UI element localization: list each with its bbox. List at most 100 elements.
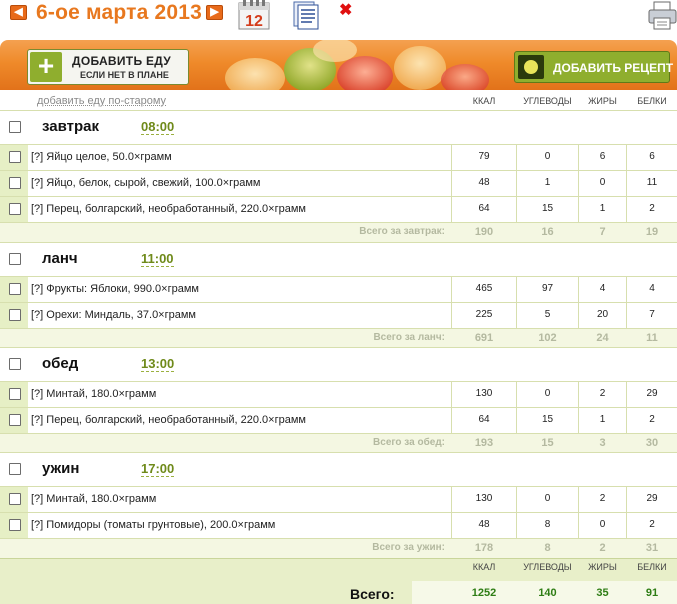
total-fat: 3	[599, 437, 606, 449]
arrow-left-icon[interactable]: ◀	[10, 5, 27, 20]
grand-header-kcal: ККАЛ	[472, 562, 496, 572]
add-recipe-button[interactable]: ДОБАВИТЬ РЕЦЕПТ	[514, 51, 674, 83]
grand-header-fat: ЖИРЫ	[588, 562, 617, 572]
kcal-value: 79	[478, 151, 490, 162]
meal-time[interactable]: 11:00	[141, 251, 174, 267]
add-food-button[interactable]: + ДОБАВИТЬ ЕДУ ЕСЛИ НЕТ В ПЛАНЕ	[27, 49, 189, 85]
food-item-name[interactable]: [?] Яйцо, белок, сырой, свежий, 100.0×гр…	[31, 177, 261, 189]
carbs-value: 15	[541, 203, 554, 214]
row-checkbox[interactable]	[9, 177, 21, 189]
total-protein: 19	[645, 226, 659, 238]
food-item-name[interactable]: [?] Яйцо целое, 50.0×грамм	[31, 151, 172, 163]
food-item-name[interactable]: [?] Фрукты: Яблоки, 990.0×грамм	[31, 283, 199, 295]
row-checkbox[interactable]	[9, 283, 21, 295]
total-carbs: 16	[541, 226, 554, 238]
total-protein: 11	[646, 332, 658, 344]
meal-header-dinner: обед 13:00	[0, 347, 677, 381]
row-checkbox[interactable]	[9, 493, 21, 505]
fruit-banner-image	[225, 40, 489, 90]
arrow-right-icon[interactable]: ▶	[206, 5, 223, 20]
grand-total-label: Всего:	[350, 586, 395, 602]
page-title: 6-ое марта 2013	[36, 1, 203, 24]
table-row: [?] Фрукты: Яблоки, 990.0×грамм 465 97 4…	[0, 276, 677, 302]
kcal-value: 48	[478, 519, 490, 530]
grand-total-carbs: 140	[538, 587, 557, 599]
food-diary-table: добавить еду по-старому ККАЛ УГЛЕВОДЫ ЖИ…	[0, 90, 677, 604]
meal-total-row: Всего за ужин: 178 8 2 31	[0, 538, 677, 555]
protein-value: 11	[646, 177, 658, 188]
kcal-value: 130	[475, 388, 493, 399]
table-row: [?] Яйцо, белок, сырой, свежий, 100.0×гр…	[0, 170, 677, 196]
protein-value: 29	[646, 493, 658, 504]
add-food-old-way-link[interactable]: добавить еду по-старому	[37, 95, 166, 107]
table-row: [?] Перец, болгарский, необработанный, 2…	[0, 196, 677, 222]
total-protein: 31	[645, 542, 659, 554]
meal-name: обед	[42, 355, 79, 372]
carbs-value: 15	[541, 414, 554, 425]
meal-checkbox[interactable]	[9, 358, 21, 370]
carbs-value: 0	[544, 388, 551, 399]
meal-checkbox[interactable]	[9, 463, 21, 475]
total-fat: 2	[599, 542, 606, 554]
meal-name: ланч	[42, 250, 78, 267]
grand-header-carbs: УГЛЕВОДЫ	[523, 562, 572, 572]
add-recipe-label: ДОБАВИТЬ РЕЦЕПТ	[553, 61, 674, 75]
fat-value: 4	[599, 283, 606, 294]
meal-time[interactable]: 08:00	[141, 119, 175, 135]
document-icon[interactable]	[288, 0, 324, 30]
fat-value: 0	[599, 177, 606, 188]
food-item-name[interactable]: [?] Минтай, 180.0×грамм	[31, 493, 156, 505]
total-carbs: 102	[538, 332, 557, 344]
row-checkbox[interactable]	[9, 388, 21, 400]
food-item-name[interactable]: [?] Перец, болгарский, необработанный, 2…	[31, 414, 306, 426]
carbs-value: 5	[544, 309, 551, 320]
plate-icon	[518, 55, 544, 79]
meal-total-row: Всего за обед: 193 15 3 30	[0, 433, 677, 450]
total-kcal: 190	[474, 226, 494, 238]
meal-total-label: Всего за ланч:	[373, 332, 445, 343]
total-carbs: 8	[544, 542, 551, 554]
row-checkbox[interactable]	[9, 519, 21, 531]
meal-checkbox[interactable]	[9, 253, 21, 265]
row-checkbox[interactable]	[9, 309, 21, 321]
add-food-label: ДОБАВИТЬ ЕДУ	[72, 54, 172, 68]
carbs-value: 1	[544, 177, 551, 188]
date-toolbar: ◀ 6-ое марта 2013 ▶ 12 ✖	[0, 0, 677, 38]
row-checkbox[interactable]	[9, 203, 21, 215]
row-checkbox[interactable]	[9, 414, 21, 426]
total-fat: 24	[596, 332, 609, 344]
meal-time[interactable]: 17:00	[141, 461, 175, 477]
protein-value: 4	[649, 283, 655, 294]
meal-total-label: Всего за обед:	[373, 437, 445, 448]
food-item-name[interactable]: [?] Орехи: Миндаль, 37.0×грамм	[31, 309, 196, 321]
fat-value: 6	[599, 151, 606, 162]
print-icon[interactable]	[646, 0, 677, 30]
protein-value: 2	[649, 203, 655, 214]
kcal-value: 64	[478, 203, 490, 214]
column-header-carbs: УГЛЕВОДЫ	[523, 96, 572, 106]
total-fat: 7	[599, 226, 606, 238]
fat-value: 2	[599, 493, 606, 504]
table-row: [?] Минтай, 180.0×грамм 130 0 2 29	[0, 381, 677, 407]
calendar-icon[interactable]: 12	[237, 0, 271, 30]
delete-icon[interactable]: ✖	[339, 3, 352, 19]
fat-value: 1	[599, 414, 606, 425]
food-item-name[interactable]: [?] Перец, болгарский, необработанный, 2…	[31, 203, 306, 215]
grand-total-kcal: 1252	[471, 587, 497, 599]
table-header: добавить еду по-старому ККАЛ УГЛЕВОДЫ ЖИ…	[0, 90, 677, 110]
kcal-value: 64	[478, 414, 490, 425]
grand-total-row: ККАЛ УГЛЕВОДЫ ЖИРЫ БЕЛКИ Всего: 1252 140…	[0, 558, 677, 604]
table-row: [?] Минтай, 180.0×грамм 130 0 2 29	[0, 486, 677, 512]
meal-checkbox[interactable]	[9, 121, 21, 133]
total-protein: 30	[645, 437, 659, 449]
table-row: [?] Орехи: Миндаль, 37.0×грамм 225 5 20 …	[0, 302, 677, 328]
meal-time[interactable]: 13:00	[141, 356, 175, 372]
carbs-value: 8	[544, 519, 551, 530]
food-item-name[interactable]: [?] Помидоры (томаты грунтовые), 200.0×г…	[31, 519, 275, 531]
total-carbs: 15	[541, 437, 554, 449]
add-food-sublabel: ЕСЛИ НЕТ В ПЛАНЕ	[80, 70, 169, 80]
row-checkbox[interactable]	[9, 151, 21, 163]
food-item-name[interactable]: [?] Минтай, 180.0×грамм	[31, 388, 156, 400]
protein-value: 6	[649, 151, 655, 162]
column-header-protein: БЕЛКИ	[637, 96, 667, 106]
